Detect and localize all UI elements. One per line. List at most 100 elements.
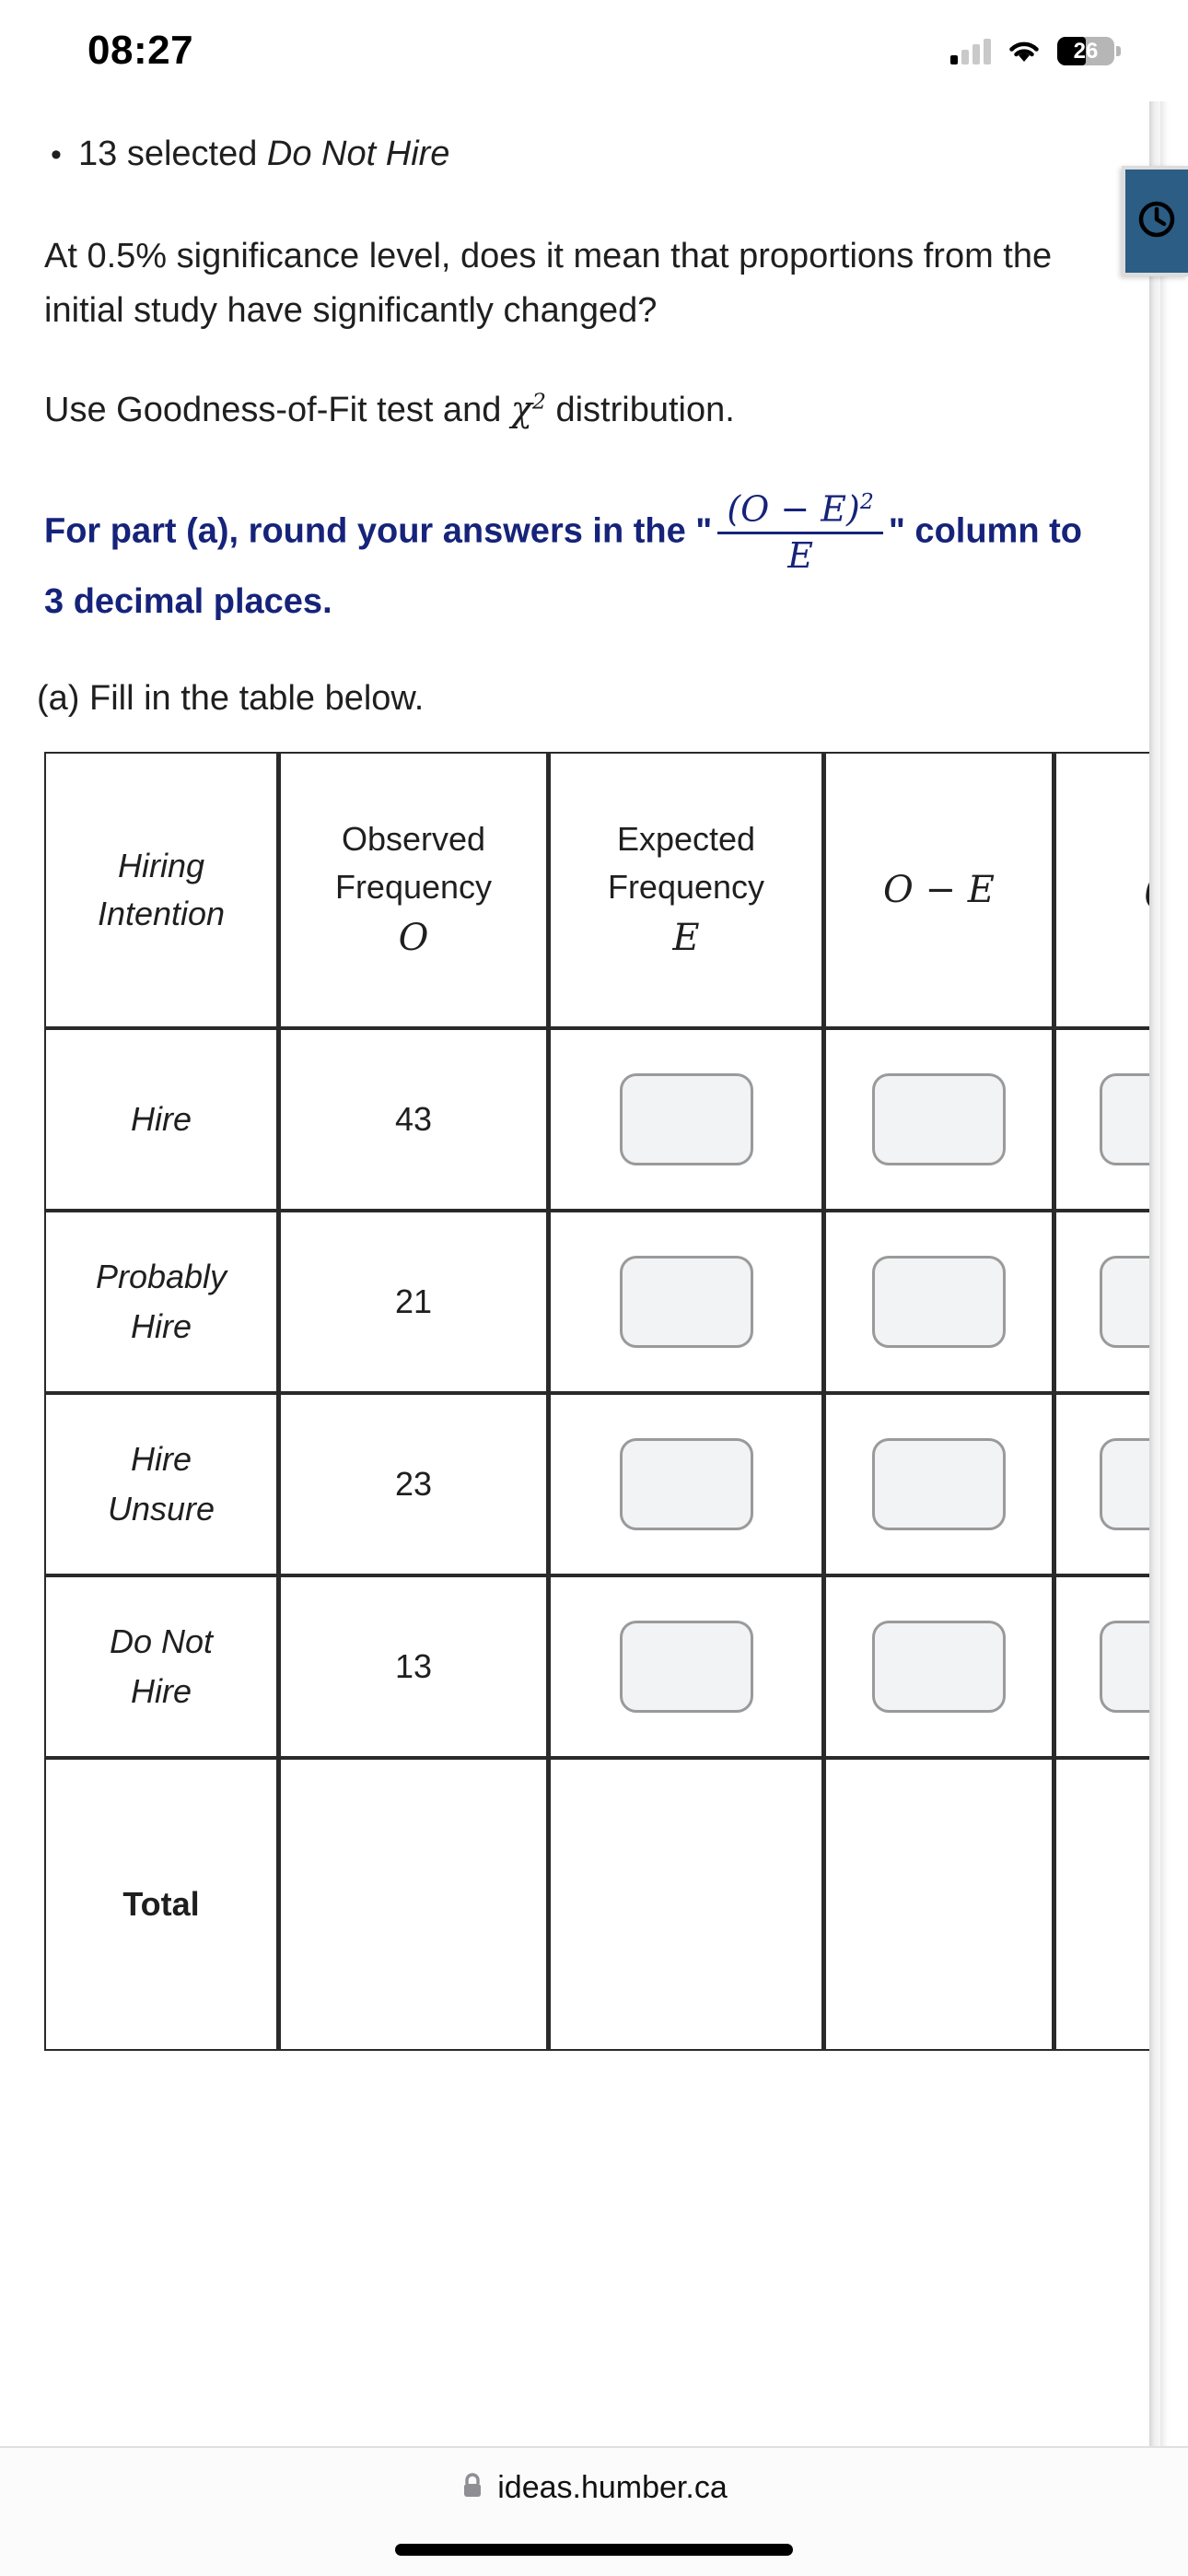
header-expected-symbol: E: [672, 917, 700, 960]
total-o-minus-e-cell: [824, 1758, 1054, 2052]
expected-input-hire-unsure[interactable]: [619, 1438, 753, 1531]
total-expected-cell: [549, 1758, 824, 2052]
header-observed-line2: Frequency: [334, 868, 493, 907]
expected-cell-do-not-hire[interactable]: [549, 1575, 824, 1759]
header-observed-symbol: O: [398, 917, 429, 960]
expected-cell-probably-hire[interactable]: [549, 1211, 824, 1394]
observed-value-probably-hire: 21: [279, 1211, 549, 1394]
sub-question-a-label: (a) Fill in the table below.: [37, 679, 425, 719]
address-bar[interactable]: ideas.humber.ca: [0, 2448, 1188, 2527]
vertical-scrollbar[interactable]: [1160, 101, 1171, 2446]
browser-bottom-bar: ideas.humber.ca: [0, 2446, 1188, 2576]
chi-term-cell-hire[interactable]: [1054, 1028, 1149, 1212]
cellular-signal-icon: [950, 37, 991, 64]
o-minus-e-input-hire-unsure[interactable]: [872, 1438, 1006, 1531]
total-chi-term-cell: [1054, 1758, 1149, 2052]
chi-term-input-hire-unsure[interactable]: [1099, 1438, 1149, 1531]
bullet-item-text: 13 selected Do Not Hire: [78, 131, 449, 178]
observed-value-hire-unsure: 23: [279, 1393, 549, 1576]
expected-input-hire[interactable]: [619, 1073, 753, 1166]
battery-icon: 26: [1057, 36, 1121, 65]
o-minus-e-cell-hire-unsure[interactable]: [824, 1393, 1054, 1576]
status-bar-indicators: 26: [950, 36, 1121, 65]
bullet-item-emphasis: Do Not Hire: [266, 135, 450, 173]
battery-percent-label: 26: [1073, 38, 1099, 64]
chi-exponent: 2: [531, 388, 546, 415]
question-paragraph-method: Use Goodness-of-Fit test and χ2 distribu…: [44, 382, 1105, 438]
chi-term-input-probably-hire[interactable]: [1099, 1256, 1149, 1349]
status-bar: 08:27 26: [0, 0, 1188, 101]
header-o-minus-e: O − E: [824, 752, 1054, 1029]
goodness-of-fit-table: Hiring Intention Observed Frequency O Ex…: [44, 752, 1149, 2052]
fraction-numerator-text: (O − E): [727, 488, 860, 530]
header-hiring-intention: Hiring Intention: [44, 752, 279, 1029]
chi-term-cell-hire-unsure[interactable]: [1054, 1393, 1149, 1576]
header-expected-line2: Frequency: [607, 868, 765, 907]
o-minus-e-cell-do-not-hire[interactable]: [824, 1575, 1054, 1759]
row-label-hire-line1: Hire: [130, 1100, 192, 1139]
list-item: • 13 selected Do Not Hire: [51, 131, 1149, 178]
rounding-note-lead: For part (a), round your answers in the …: [44, 511, 713, 551]
header-expected-line1: Expected: [616, 819, 756, 858]
expected-input-probably-hire[interactable]: [619, 1256, 753, 1349]
history-clock-tab[interactable]: [1122, 166, 1188, 276]
o-minus-e-input-hire[interactable]: [872, 1073, 1006, 1166]
chi-term-input-hire[interactable]: [1099, 1073, 1149, 1166]
bullet-item-prefix: 13 selected: [78, 135, 267, 173]
question-paragraph-significance: At 0.5% significance level, does it mean…: [44, 237, 1053, 331]
table-row: Hire 43: [44, 1028, 1149, 1212]
address-bar-url[interactable]: ideas.humber.ca: [497, 2470, 728, 2506]
row-label-do-not-hire-line1: Do Not: [109, 1622, 214, 1661]
row-label-probably-hire-line1: Probably: [95, 1258, 227, 1296]
chi-term-input-do-not-hire[interactable]: [1099, 1621, 1149, 1714]
chi-square-term-fraction: (O − E)2 E: [717, 487, 883, 577]
o-minus-e-input-do-not-hire[interactable]: [872, 1621, 1006, 1714]
observed-value-hire: 43: [279, 1028, 549, 1212]
header-observed-frequency: Observed Frequency O: [279, 752, 549, 1029]
table-row: Probably Hire 21: [44, 1211, 1149, 1394]
header-chi-square-term: (O: [1054, 752, 1149, 1029]
row-label-do-not-hire: Do Not Hire: [44, 1575, 279, 1759]
lock-icon: [460, 2471, 484, 2505]
header-hiring-intention-line2: Intention: [97, 895, 226, 933]
fraction-numerator-exponent: 2: [859, 487, 874, 514]
o-minus-e-cell-probably-hire[interactable]: [824, 1211, 1054, 1394]
expected-cell-hire-unsure[interactable]: [549, 1393, 824, 1576]
method-prefix: Use Goodness-of-Fit test and: [44, 391, 511, 430]
chi-term-cell-do-not-hire[interactable]: [1054, 1575, 1149, 1759]
row-label-do-not-hire-line2: Hire: [130, 1672, 192, 1711]
o-minus-e-cell-hire[interactable]: [824, 1028, 1054, 1212]
chi-term-cell-probably-hire[interactable]: [1054, 1211, 1149, 1394]
row-label-probably-hire-line2: Hire: [130, 1307, 192, 1346]
rounding-instruction-note: For part (a), round your answers in the …: [44, 487, 1105, 627]
header-observed-line1: Observed: [341, 819, 486, 858]
header-expected-frequency: Expected Frequency E: [549, 752, 824, 1029]
table-header-row: Hiring Intention Observed Frequency O Ex…: [44, 752, 1149, 1029]
observed-value-do-not-hire: 13: [279, 1575, 549, 1759]
row-label-hire-unsure: Hire Unsure: [44, 1393, 279, 1576]
row-label-hire: Hire: [44, 1028, 279, 1212]
chi-symbol: χ: [510, 389, 532, 430]
row-label-hire-unsure-line2: Unsure: [107, 1490, 215, 1528]
goodness-of-fit-table-wrapper: Hiring Intention Observed Frequency O Ex…: [0, 752, 1149, 2052]
o-minus-e-input-probably-hire[interactable]: [872, 1256, 1006, 1349]
wifi-icon: [1006, 37, 1042, 64]
row-label-probably-hire: Probably Hire: [44, 1211, 279, 1394]
table-row: Hire Unsure 23: [44, 1393, 1149, 1576]
header-o-minus-e-symbol: O − E: [883, 869, 995, 912]
clock-icon: [1136, 198, 1178, 245]
row-label-hire-unsure-line1: Hire: [130, 1440, 192, 1479]
table-total-row: Total: [44, 1758, 1149, 2052]
expected-input-do-not-hire[interactable]: [619, 1621, 753, 1714]
status-bar-time: 08:27: [87, 28, 194, 73]
fraction-denominator: E: [787, 535, 813, 577]
header-chi-square-term-symbol: (O: [1144, 869, 1149, 911]
method-suffix: distribution.: [545, 391, 735, 430]
header-hiring-intention-line1: Hiring: [117, 846, 205, 884]
total-observed-cell: [279, 1758, 549, 2052]
table-row: Do Not Hire 13: [44, 1575, 1149, 1759]
bullet-marker: •: [51, 137, 62, 172]
row-label-total: Total: [44, 1758, 279, 2052]
home-indicator[interactable]: [395, 2544, 793, 2556]
expected-cell-hire[interactable]: [549, 1028, 824, 1212]
